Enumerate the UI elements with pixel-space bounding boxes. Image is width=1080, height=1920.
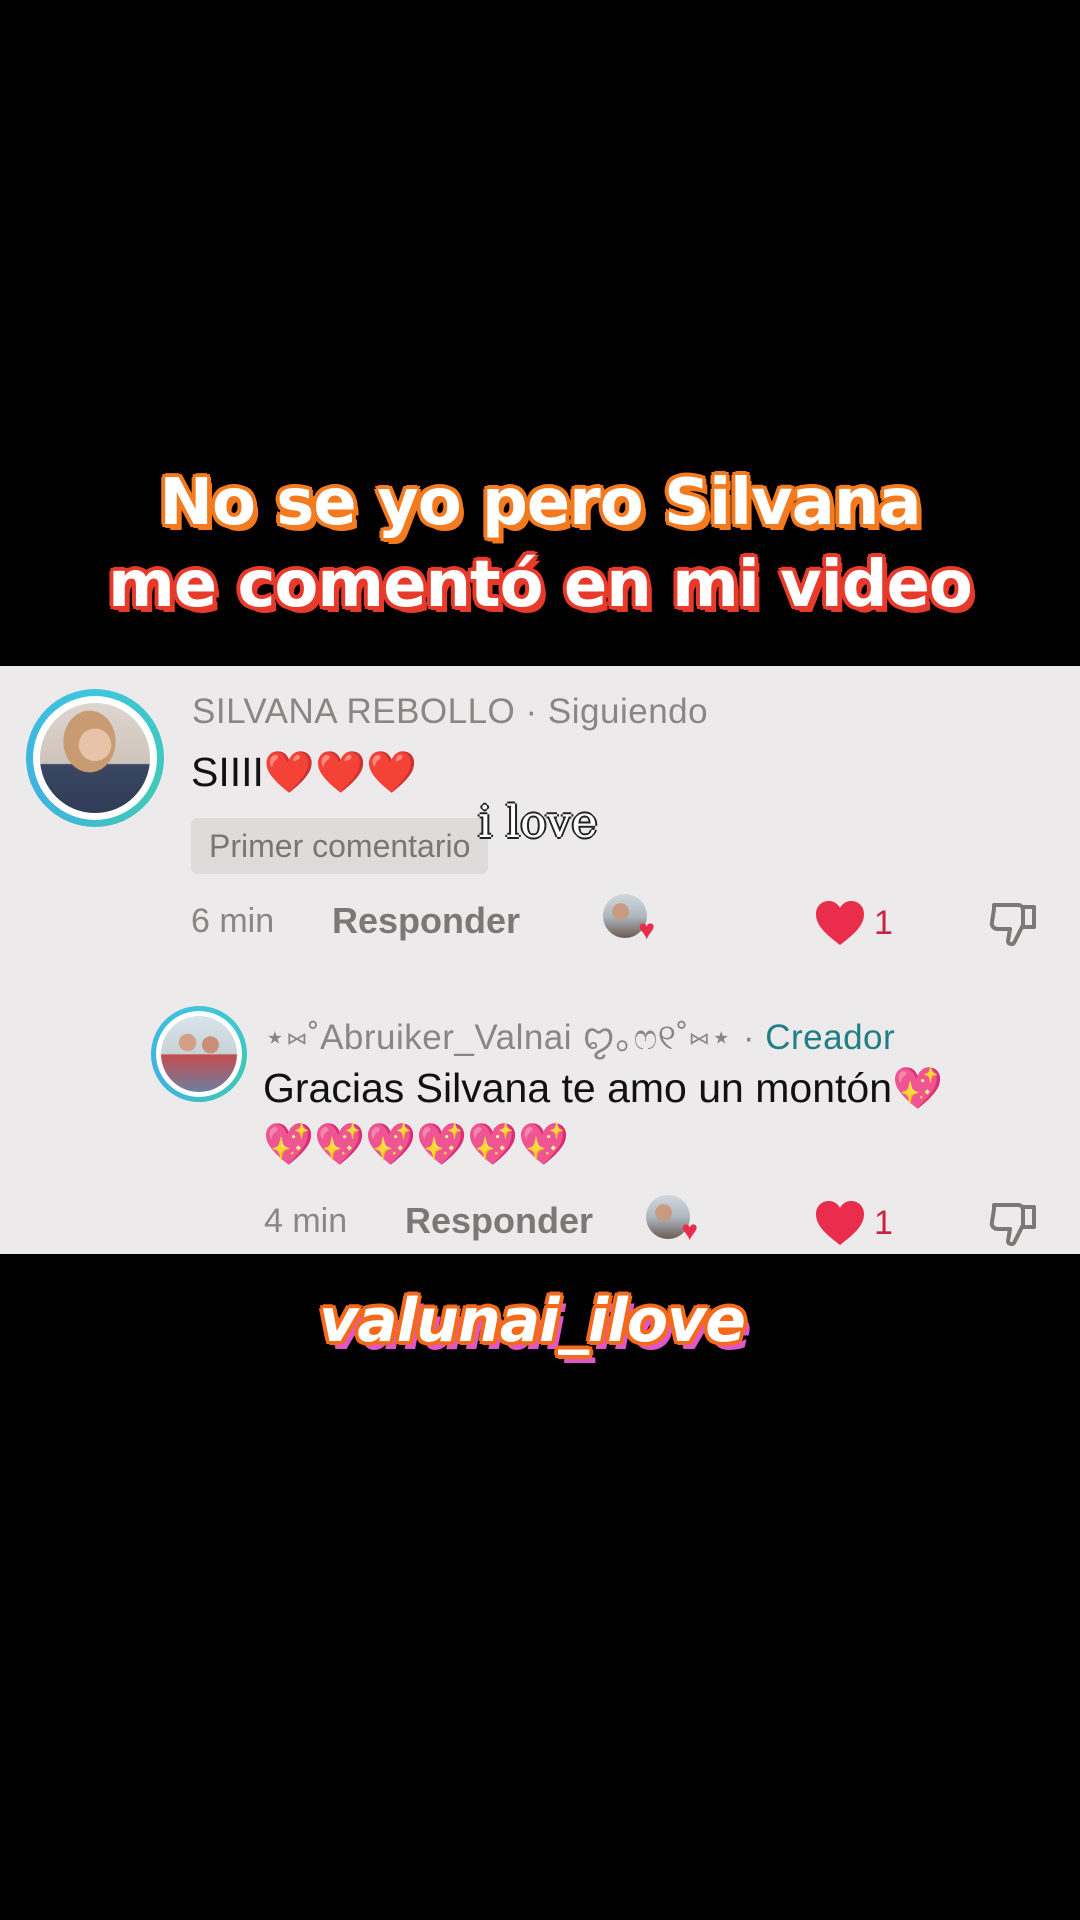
- like-count: 1: [874, 904, 893, 942]
- separator: ·: [525, 692, 538, 731]
- caption-line-1: No se yo pero Silvana: [159, 466, 921, 540]
- like-count: 1: [874, 1204, 893, 1242]
- caption-top: No se yo pero Silvana me comentó en mi v…: [0, 462, 1080, 626]
- heart-icon[interactable]: [814, 899, 866, 947]
- comment-time: 6 min: [191, 902, 275, 940]
- reply-text-line-1: Gracias Silvana te amo un montón💖: [263, 1065, 944, 1111]
- heart-icon: ♥: [638, 914, 655, 945]
- liked-by-creator-avatar: ♥: [603, 894, 655, 944]
- reply-username[interactable]: ⋆⑅˚Abruiker_Valnai ꨄ｡ෆ୧˚⑅⋆: [264, 1018, 733, 1057]
- comment-header: SILVANA REBOLLO · Siguiendo: [192, 692, 708, 732]
- first-comment-badge: Primer comentario: [191, 818, 489, 874]
- comments-panel: SILVANA REBOLLO · Siguiendo SIIII❤️❤️❤️ …: [0, 666, 1080, 1254]
- heart-icon[interactable]: [814, 1199, 866, 1247]
- creator-label: Creador: [765, 1018, 896, 1057]
- overlay-text: i love: [478, 797, 598, 848]
- dislike-icon[interactable]: [988, 1197, 1040, 1249]
- avatar-creator[interactable]: [151, 1006, 247, 1102]
- avatar-silvana[interactable]: [26, 689, 164, 827]
- reply-button[interactable]: Responder: [405, 1200, 593, 1242]
- separator: ·: [742, 1018, 755, 1057]
- reply-header: ⋆⑅˚Abruiker_Valnai ꨄ｡ෆ୧˚⑅⋆ · Creador: [264, 1009, 895, 1062]
- liked-by-creator-avatar: ♥: [646, 1195, 698, 1245]
- caption-line-2: me comentó en mi video: [108, 548, 973, 622]
- following-label: Siguiendo: [547, 692, 709, 731]
- comment-username[interactable]: SILVANA REBOLLO: [192, 692, 515, 731]
- comment-text: SIIII❤️❤️❤️: [191, 749, 418, 795]
- heart-icon: ♥: [681, 1215, 698, 1246]
- reply-button[interactable]: Responder: [332, 900, 520, 942]
- dislike-icon[interactable]: [988, 897, 1040, 949]
- reply-text-line-2: 💖💖💖💖💖💖: [263, 1121, 570, 1167]
- reply-time: 4 min: [264, 1202, 348, 1240]
- caption-bottom: valunai_ilove: [319, 1286, 746, 1356]
